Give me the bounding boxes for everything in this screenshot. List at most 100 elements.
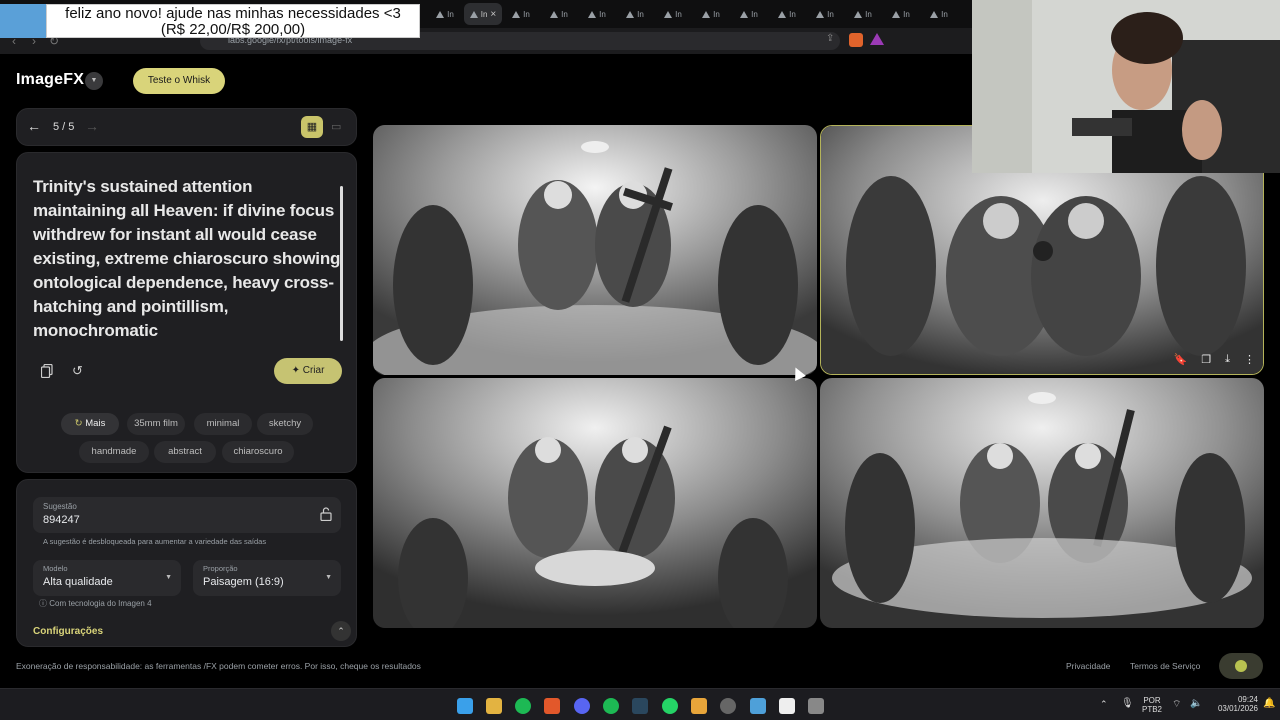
chip-minimal[interactable]: minimal (194, 413, 252, 435)
seed-field[interactable]: Sugestão 894247 (33, 497, 341, 533)
tab-title: In (789, 9, 796, 19)
settings-toggle-label[interactable]: Configurações (33, 626, 103, 637)
grid-view-icon[interactable]: ▦ (301, 116, 323, 138)
copy-icon[interactable] (41, 364, 53, 378)
rewards-icon[interactable] (870, 33, 884, 45)
privacy-link[interactable]: Privacidade (1066, 661, 1110, 671)
help-circle-icon: ⓘ (39, 599, 47, 608)
spotify-icon[interactable] (603, 698, 619, 714)
obs-icon[interactable] (691, 698, 707, 714)
image-count: 5 / 5 (53, 121, 75, 133)
seed-label: Sugestão (43, 502, 77, 511)
list-view-icon[interactable]: ▭ (331, 120, 341, 133)
browser-tab[interactable]: In (920, 3, 958, 25)
browser-tab[interactable]: In (806, 3, 844, 25)
more-chip[interactable]: ↻ Mais (61, 413, 119, 435)
share-icon[interactable]: ⇪ (826, 33, 834, 44)
tab-title: In (599, 9, 606, 19)
generated-image-4[interactable] (820, 378, 1264, 628)
tab-favicon-icon (469, 10, 478, 18)
browser-tab[interactable]: In (768, 3, 806, 25)
settings-gear-icon[interactable] (720, 698, 736, 714)
model-select[interactable]: Modelo Alta qualidade ▼ (33, 560, 181, 596)
tab-favicon-icon (816, 10, 825, 18)
browser-tab[interactable]: In (578, 3, 616, 25)
tab-favicon-icon (664, 10, 673, 18)
tab-favicon-icon (930, 10, 939, 18)
disclaimer: Exoneração de responsabilidade: as ferra… (16, 661, 421, 671)
browser-tab[interactable]: In × (464, 3, 502, 25)
refresh-icon: ↻ (74, 418, 83, 429)
chevron-down-icon[interactable]: ▼ (85, 72, 103, 90)
screen: In In × In In In In In In In In In In In In ‹ › ↻ labs… (0, 0, 1280, 720)
steam-icon[interactable] (632, 698, 648, 714)
prompt-card: Trinity's sustained attention maintainin… (16, 152, 357, 473)
caret-down-icon: ▼ (165, 574, 172, 581)
lock-icon[interactable] (320, 507, 332, 521)
chevron-expand-icon[interactable]: ⌃ (331, 621, 351, 641)
chip-chiaroscuro[interactable]: chiaroscuro (222, 441, 294, 463)
whatsapp-icon[interactable] (662, 698, 678, 714)
help-button[interactable] (1219, 653, 1263, 679)
tab-title: In (675, 9, 682, 19)
browser-tab[interactable]: In (616, 3, 654, 25)
tab-title: In (713, 9, 720, 19)
try-whisk-button[interactable]: Teste o Whisk (133, 68, 225, 94)
download-icon[interactable]: ⤓ (1225, 353, 1230, 366)
notification-bell-icon[interactable]: 🔔 (1263, 698, 1275, 709)
chip-handmade[interactable]: handmade (79, 441, 149, 463)
browser-tab[interactable]: In (882, 3, 920, 25)
windows-start-icon[interactable] (457, 698, 473, 714)
prompt-input[interactable]: Trinity's sustained attention maintainin… (33, 175, 345, 343)
app-title: ImageFX (16, 71, 85, 88)
tab-title: In (865, 9, 872, 19)
calculator-icon[interactable] (808, 698, 824, 714)
prompt-scrollbar[interactable] (340, 186, 343, 341)
more-vert-icon[interactable]: ⋮ (1244, 353, 1255, 366)
browser-tab[interactable]: In (730, 3, 768, 25)
tab-title: In (941, 9, 948, 19)
chip-35mm-film[interactable]: 35mm film (127, 413, 185, 435)
browser-tab[interactable]: In (654, 3, 692, 25)
wifi-icon[interactable]: ⌔ (1172, 698, 1181, 711)
brave-icon[interactable] (544, 698, 560, 714)
volume-icon[interactable]: 🔈 (1190, 698, 1202, 709)
browser-tab[interactable]: In (540, 3, 578, 25)
close-tab-icon[interactable]: × (490, 9, 496, 20)
image-actions: 🔖 ❐ ⤓ ⋮ (1174, 353, 1255, 366)
generated-image-3[interactable] (373, 378, 817, 628)
browser-tab[interactable]: In (426, 3, 464, 25)
language-indicator[interactable]: POR PTB2 (1140, 696, 1164, 714)
spotify-icon[interactable] (515, 698, 531, 714)
tab-favicon-icon (892, 10, 901, 18)
clock[interactable]: 09:24 03/01/2026 (1206, 695, 1258, 713)
forward-arrow-icon[interactable]: → (85, 118, 99, 134)
tab-favicon-icon (626, 10, 635, 18)
notepad-icon[interactable] (750, 698, 766, 714)
tab-favicon-icon (854, 10, 863, 18)
undo-icon[interactable]: ↺ (72, 363, 83, 379)
back-arrow-icon[interactable]: ← (27, 118, 41, 134)
chip-sketchy[interactable]: sketchy (257, 413, 313, 435)
bookmark-icon[interactable]: 🔖 (1174, 353, 1188, 366)
browser-tab[interactable]: In (692, 3, 730, 25)
capcut-icon[interactable] (779, 698, 795, 714)
model-value: Alta qualidade (43, 576, 113, 588)
tray-chevron-icon[interactable]: ⌃ (1100, 699, 1108, 710)
microphone-icon[interactable]: 🎙 (1121, 698, 1134, 709)
tab-favicon-icon (588, 10, 597, 18)
copy-icon[interactable]: ❐ (1201, 353, 1211, 366)
browser-tab[interactable]: In (844, 3, 882, 25)
brave-shield-icon[interactable] (849, 33, 863, 47)
generated-image-1[interactable] (373, 125, 817, 375)
powered-by-text: Com tecnologia do Imagen 4 (49, 599, 152, 608)
chip-abstract[interactable]: abstract (154, 441, 216, 463)
terms-link[interactable]: Termos de Serviço (1130, 661, 1200, 671)
create-label: Criar (302, 365, 325, 376)
file-explorer-icon[interactable] (486, 698, 502, 714)
sparkle-icon: ✦ (291, 365, 300, 376)
create-button[interactable]: ✦ Criar (274, 358, 342, 384)
discord-icon[interactable] (574, 698, 590, 714)
browser-tab[interactable]: In (502, 3, 540, 25)
ratio-select[interactable]: Proporção Paisagem (16:9) ▼ (193, 560, 341, 596)
